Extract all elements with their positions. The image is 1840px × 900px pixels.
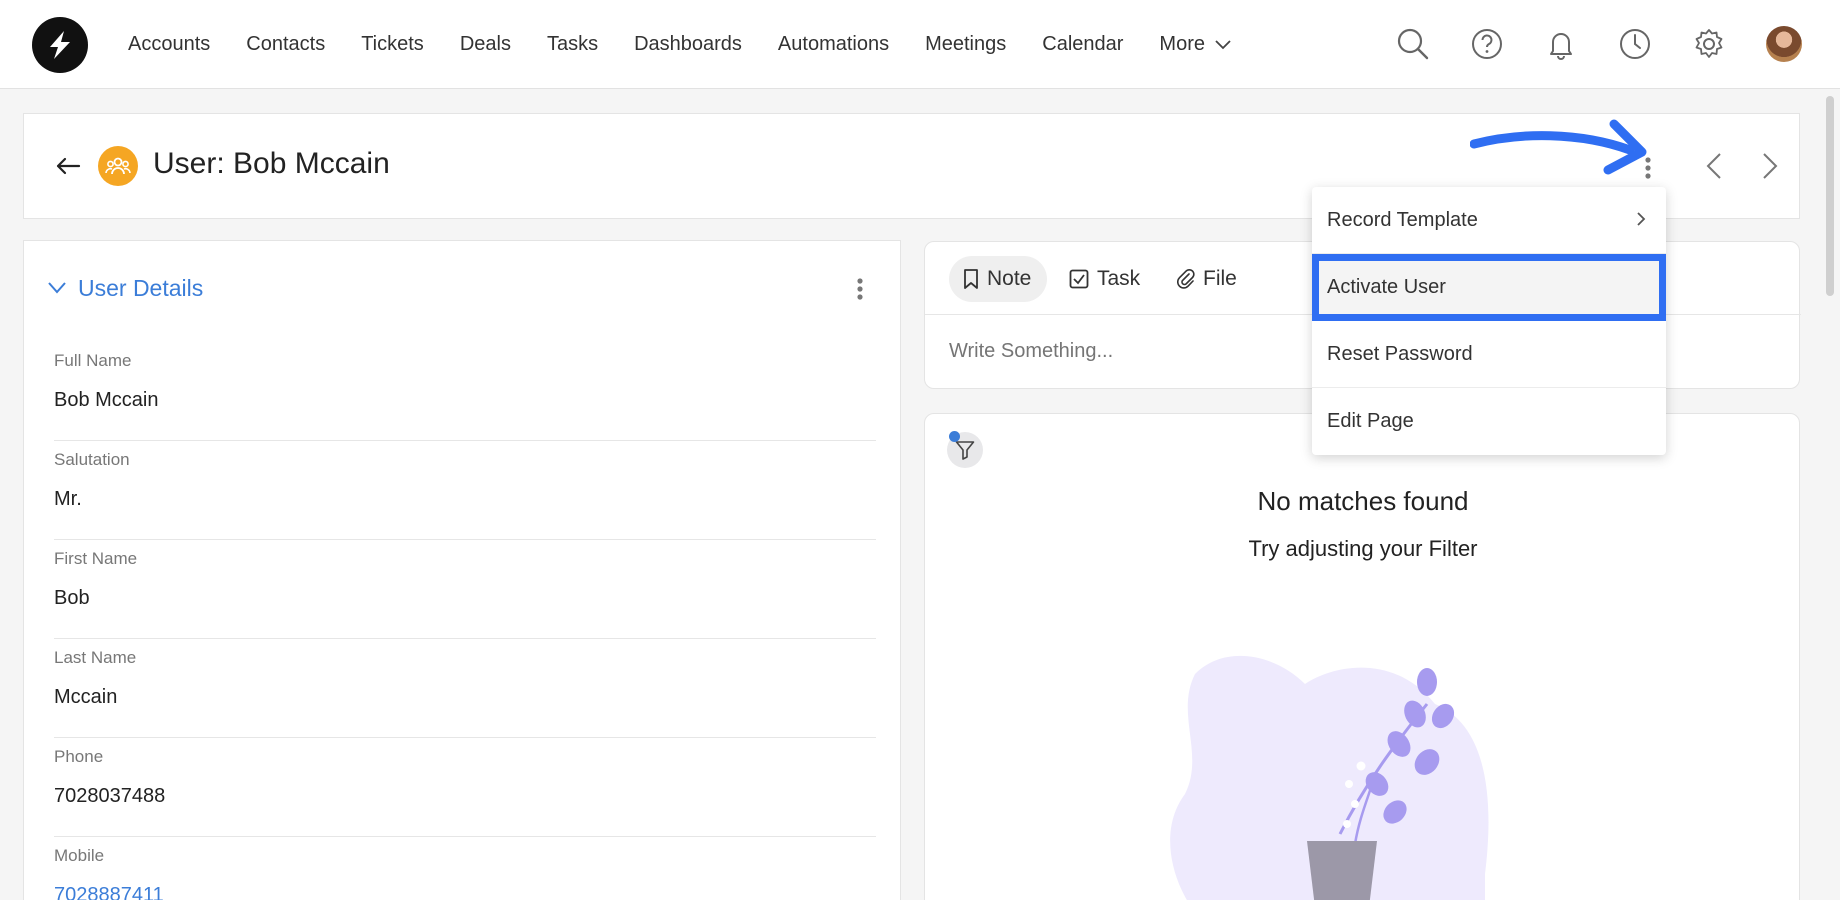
user-details-panel: User Details Full Name Bob Mccain Saluta… <box>23 240 901 900</box>
tab-note[interactable]: Note <box>949 256 1048 302</box>
menu-item-label: Activate User <box>1327 276 1446 298</box>
empty-state-title: No matches found <box>1257 486 1469 516</box>
app-logo[interactable] <box>32 17 88 73</box>
back-arrow-icon[interactable] <box>50 148 86 184</box>
gear-icon[interactable] <box>1689 24 1729 64</box>
user-avatar[interactable] <box>1766 26 1802 62</box>
empty-state-subtitle: Try adjusting your Filter <box>1248 536 1478 561</box>
nav-item-meetings[interactable]: Meetings <box>925 33 1006 56</box>
nav-item-more[interactable]: More <box>1159 33 1231 56</box>
tab-label: File <box>1203 267 1237 290</box>
activity-timeline: No matches found Try adjusting your Filt… <box>924 413 1800 900</box>
field-phone: Phone 7028037488 <box>54 747 876 837</box>
field-label: First Name <box>54 549 138 568</box>
nav-item-calendar[interactable]: Calendar <box>1042 33 1123 56</box>
field-label: Salutation <box>54 450 130 469</box>
field-value: Bob Mccain <box>54 389 159 411</box>
primary-nav: Accounts Contacts Tickets Deals Tasks Da… <box>128 0 1267 89</box>
section-options-kebab-icon[interactable] <box>850 273 870 305</box>
field-value: 7028037488 <box>54 785 166 807</box>
nav-item-tasks[interactable]: Tasks <box>547 33 598 56</box>
next-record-chevron-right-icon[interactable] <box>1752 148 1788 184</box>
tab-file[interactable]: File <box>1177 256 1237 302</box>
menu-item-label: Edit Page <box>1327 410 1414 432</box>
chevron-down-icon <box>48 282 66 294</box>
nav-more-label: More <box>1159 33 1205 55</box>
help-icon[interactable] <box>1467 24 1507 64</box>
menu-item-reset-password[interactable]: Reset Password <box>1312 321 1666 388</box>
page-title: User: Bob Mccain <box>153 147 390 180</box>
field-value: Bob <box>54 587 90 609</box>
paperclip-icon <box>1177 268 1195 290</box>
menu-item-label: Reset Password <box>1327 342 1473 365</box>
field-mobile: Mobile 7028887411 <box>54 846 876 900</box>
field-first-name: First Name Bob <box>54 549 876 639</box>
bell-icon[interactable] <box>1541 24 1581 64</box>
field-label: Last Name <box>54 648 137 667</box>
bookmark-icon <box>963 269 979 289</box>
menu-item-edit-page[interactable]: Edit Page <box>1312 388 1666 455</box>
nav-item-tickets[interactable]: Tickets <box>361 33 424 56</box>
top-navigation: Accounts Contacts Tickets Deals Tasks Da… <box>0 0 1840 89</box>
nav-item-automations[interactable]: Automations <box>778 33 889 56</box>
section-title: User Details <box>78 274 204 301</box>
tab-label: Note <box>987 267 1032 290</box>
field-label: Phone <box>54 747 104 766</box>
menu-item-label: Record Template <box>1327 208 1478 231</box>
field-full-name: Full Name Bob Mccain <box>54 351 876 441</box>
tab-task[interactable]: Task <box>1069 256 1140 302</box>
filter-active-dot <box>949 431 960 442</box>
annotation-arrow <box>1470 119 1647 175</box>
plant-illustration <box>1170 655 1489 900</box>
menu-item-record-template[interactable]: Record Template <box>1312 187 1666 254</box>
field-salutation: Salutation Mr. <box>54 450 876 540</box>
field-value: Mccain <box>54 686 118 708</box>
chevron-down-icon <box>1215 39 1231 50</box>
user-details-toggle[interactable]: User Details <box>48 271 203 305</box>
checkbox-icon <box>1069 269 1089 289</box>
nav-item-deals[interactable]: Deals <box>460 33 511 56</box>
mobile-link[interactable]: 7028887411 <box>54 884 164 900</box>
field-last-name: Last Name Mccain <box>54 648 876 738</box>
nav-item-dashboards[interactable]: Dashboards <box>634 33 742 56</box>
page-scrollbar[interactable] <box>1826 96 1834 296</box>
logo-icon <box>50 31 70 59</box>
field-label: Full Name <box>54 351 132 370</box>
field-value: Mr. <box>54 488 82 510</box>
previous-record-chevron-left-icon[interactable] <box>1696 148 1732 184</box>
nav-item-accounts[interactable]: Accounts <box>128 33 210 56</box>
clock-icon[interactable] <box>1615 24 1655 64</box>
record-actions-menu: Record Template Activate User Reset Pass… <box>1312 187 1666 455</box>
menu-item-activate-user[interactable]: Activate User <box>1312 254 1666 321</box>
nav-item-contacts[interactable]: Contacts <box>246 33 325 56</box>
tab-label: Task <box>1097 267 1141 290</box>
search-icon[interactable] <box>1393 24 1433 64</box>
users-group-icon <box>98 146 138 186</box>
chevron-right-icon <box>1636 211 1646 227</box>
field-label: Mobile <box>54 846 105 865</box>
